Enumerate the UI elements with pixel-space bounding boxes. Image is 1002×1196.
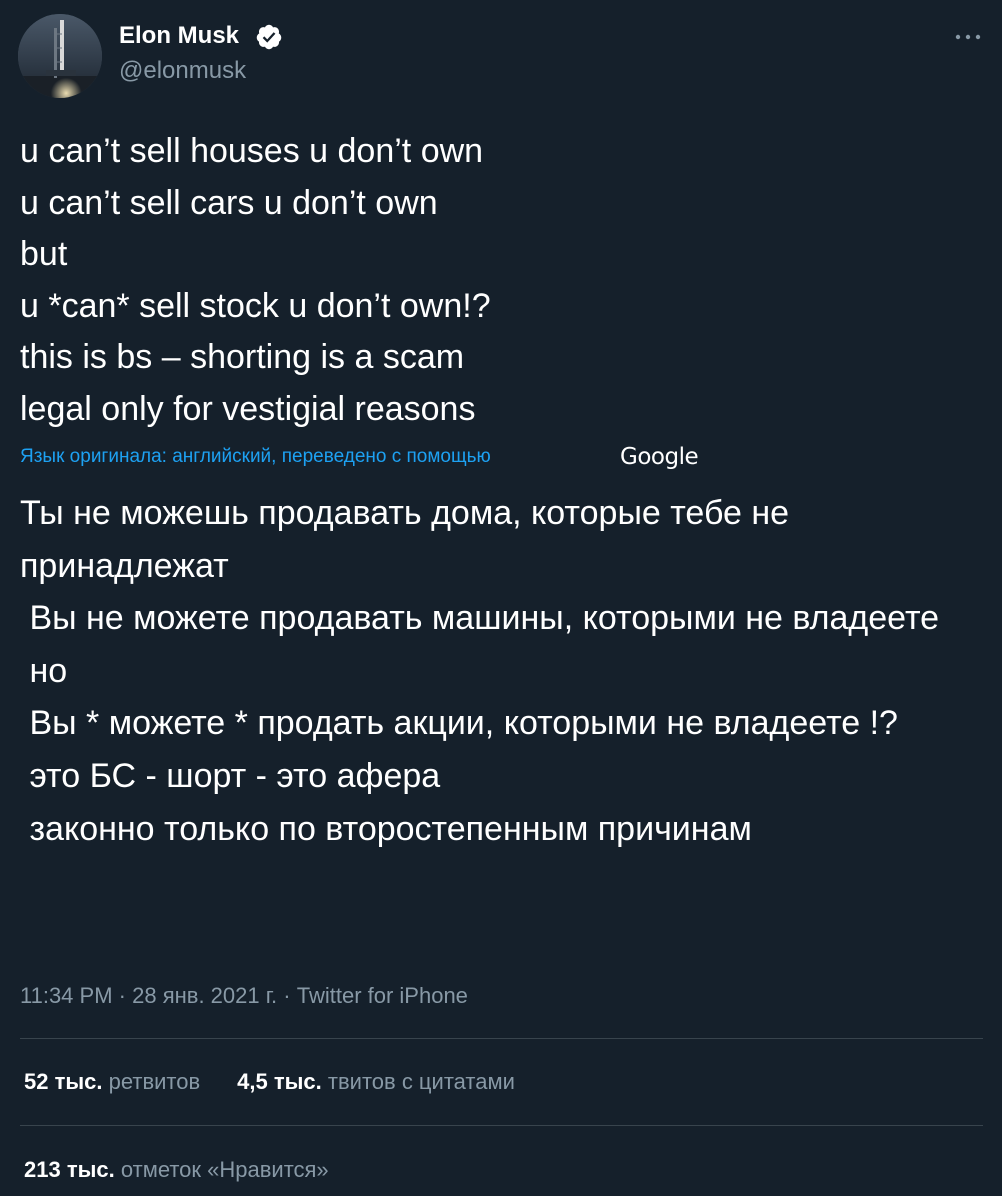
translated-text: Ты не можешь продавать дома, которые теб…	[20, 494, 940, 848]
divider	[20, 1038, 983, 1039]
google-logo: Google	[620, 444, 699, 470]
avatar[interactable]	[18, 14, 102, 98]
quotes-label: твитов с цитатами	[327, 1069, 515, 1094]
quotes-stat[interactable]: 4,5 тыс. твитов с цитатами	[237, 1067, 515, 1097]
more-dots-icon[interactable]	[948, 22, 988, 52]
tweet-time[interactable]: 11:34 PM	[20, 983, 113, 1008]
retweets-stat[interactable]: 52 тыс. ретвитов	[24, 1067, 200, 1097]
divider	[20, 1125, 983, 1126]
author-display-name[interactable]: Elon Musk	[119, 21, 239, 51]
author-handle[interactable]: @elonmusk	[119, 56, 246, 86]
tweet-source[interactable]: Twitter for iPhone	[297, 983, 468, 1008]
tweet-text: u can’t sell houses u don’t own u can’t …	[20, 132, 491, 428]
likes-count: 213 тыс.	[24, 1157, 115, 1182]
retweets-count: 52 тыс.	[24, 1069, 103, 1094]
stats-row-retweets: 52 тыс. ретвитов 4,5 тыс. твитов с цитата…	[24, 1067, 515, 1097]
verified-badge-icon	[256, 24, 282, 50]
meta-separator: ·	[277, 983, 297, 1008]
stats-row-likes: 213 тыс. отметок «Нравится»	[24, 1155, 329, 1185]
quotes-count: 4,5 тыс.	[237, 1069, 322, 1094]
retweets-label: ретвитов	[108, 1069, 201, 1094]
tweet-meta: 11:34 PM · 28 янв. 2021 г. · Twitter for…	[20, 981, 468, 1011]
likes-stat[interactable]: 213 тыс. отметок «Нравится»	[24, 1155, 329, 1185]
rocket-launch-avatar	[18, 14, 102, 98]
tweet-date[interactable]: 28 янв. 2021 г.	[132, 983, 277, 1008]
translation-note[interactable]: Язык оригинала: английский, переведено с…	[20, 440, 491, 474]
meta-separator: ·	[112, 983, 133, 1008]
likes-label: отметок «Нравится»	[120, 1157, 329, 1182]
